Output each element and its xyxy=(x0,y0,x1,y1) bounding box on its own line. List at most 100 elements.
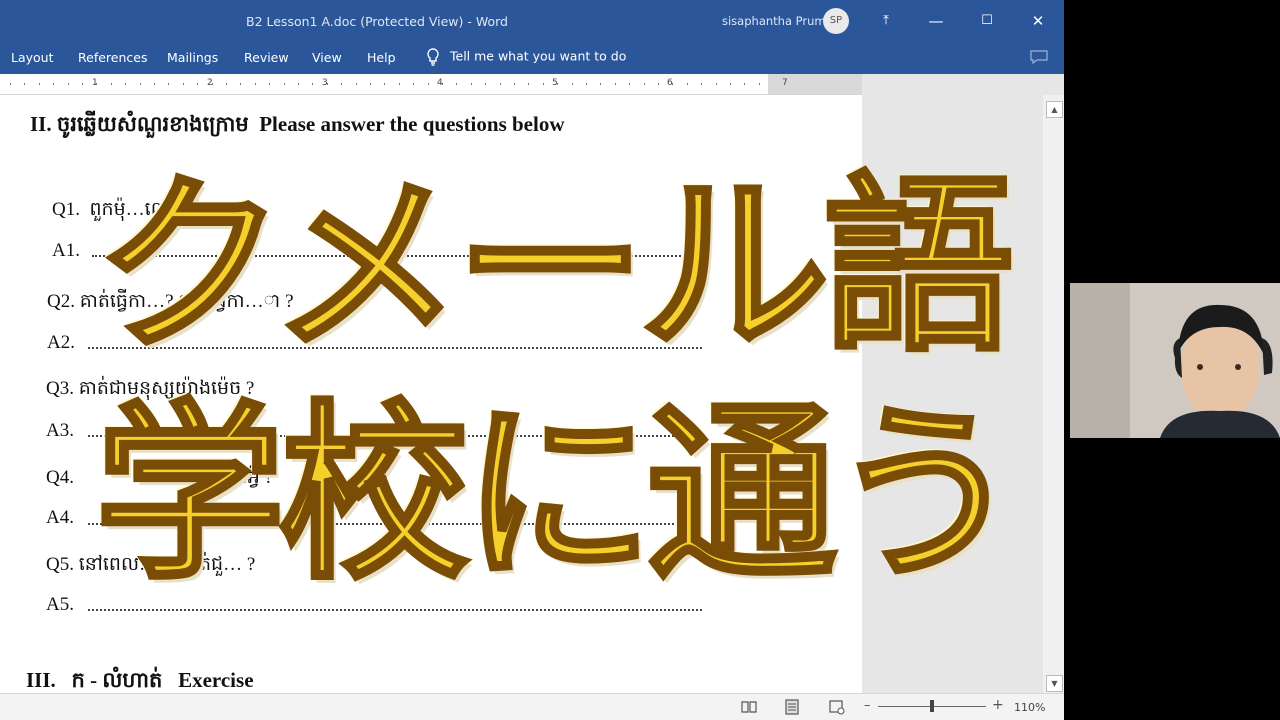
ruler-tick xyxy=(572,83,573,85)
ruler-tick xyxy=(53,83,54,85)
heading-english: Please answer the questions below xyxy=(259,112,565,136)
ruler-number: 7 xyxy=(782,78,788,88)
ruler-tick xyxy=(615,83,616,85)
web-layout-icon[interactable] xyxy=(829,699,845,715)
horizontal-ruler[interactable]: 1 2 3 4 5 6 7 xyxy=(0,74,862,95)
ruler-tick xyxy=(312,83,313,85)
ruler-tick xyxy=(39,83,40,85)
tab-references[interactable]: References xyxy=(78,50,147,65)
ruler-tick xyxy=(428,83,429,85)
zoom-slider-handle[interactable] xyxy=(930,700,934,712)
ruler-tick xyxy=(557,83,558,85)
heading-khmer: ក - លំហាត់ xyxy=(71,668,163,692)
answer-5-label: A5. xyxy=(46,594,74,615)
ruler-tick xyxy=(658,83,659,85)
ruler-tick xyxy=(701,83,702,85)
ribbon-display-options-button[interactable]: ⤒ xyxy=(872,8,900,34)
tab-layout[interactable]: Layout xyxy=(11,50,54,65)
tell-me-label: Tell me what you want to do xyxy=(450,48,627,64)
user-avatar[interactable]: SP xyxy=(823,8,849,34)
tell-me-search[interactable]: Tell me what you want to do xyxy=(426,48,626,66)
ruler-tick xyxy=(500,83,501,85)
ruler-tick xyxy=(197,83,198,85)
close-button[interactable]: ✕ xyxy=(1024,8,1052,34)
heading-number: III. xyxy=(26,668,56,692)
ruler-tick xyxy=(586,83,587,85)
tab-mailings[interactable]: Mailings xyxy=(167,50,218,65)
zoom-slider[interactable] xyxy=(878,700,986,712)
ruler-tick xyxy=(485,83,486,85)
vertical-scrollbar[interactable]: ▲ ▼ xyxy=(1043,95,1064,693)
answer-3-label: A3. xyxy=(46,420,74,441)
section-heading-3: III. ក - លំហាត់ Exercise xyxy=(26,667,254,693)
ruler-tick xyxy=(226,83,227,85)
section-heading-2: II. ចូរឆ្លើយសំណួរខាងក្រោម Please answer … xyxy=(30,111,565,142)
answer-4-label: A4. xyxy=(46,507,74,528)
scroll-down-arrow-icon[interactable]: ▼ xyxy=(1046,675,1063,692)
question-label: Q2. xyxy=(47,291,75,312)
comment-icon[interactable] xyxy=(1030,50,1048,64)
ruler-tick xyxy=(240,83,241,85)
ruler-tick xyxy=(327,83,328,85)
webcam-feed xyxy=(1070,283,1280,438)
maximize-button[interactable]: ☐ xyxy=(973,8,1001,34)
print-layout-icon[interactable] xyxy=(785,699,799,715)
ruler-tick xyxy=(370,83,371,85)
tab-view[interactable]: View xyxy=(312,50,342,65)
ruler-tick xyxy=(471,83,472,85)
zoom-level[interactable]: 110% xyxy=(1014,701,1045,714)
question-label: Q4. xyxy=(46,467,74,488)
ruler-tick xyxy=(68,83,69,85)
tab-help[interactable]: Help xyxy=(367,50,396,65)
thumbnail-title-line-1: クメール語 xyxy=(93,156,1015,377)
ruler-tick xyxy=(716,83,717,85)
zoom-in-button[interactable]: + xyxy=(992,697,1004,713)
ruler-tick xyxy=(356,83,357,85)
read-mode-icon[interactable] xyxy=(741,700,757,714)
ruler-tick xyxy=(183,83,184,85)
ruler-tick xyxy=(168,83,169,85)
tab-review[interactable]: Review xyxy=(244,50,289,65)
ruler-tick xyxy=(543,83,544,85)
ruler-tick xyxy=(154,83,155,85)
ruler-tick xyxy=(644,83,645,85)
ruler-tick xyxy=(96,83,97,85)
thumbnail-title-line-2: 学校に通う xyxy=(93,384,1023,605)
answer-1-label: A1. xyxy=(52,240,80,261)
ruler-tick xyxy=(125,83,126,85)
title-bar: B2 Lesson1 A.doc (Protected View) - Word… xyxy=(0,0,1064,42)
ruler-tick xyxy=(730,83,731,85)
ruler-tick xyxy=(212,83,213,85)
ruler-tick xyxy=(514,83,515,85)
ruler-tick xyxy=(140,83,141,85)
heading-english: Exercise xyxy=(178,668,254,692)
lightbulb-icon xyxy=(427,48,439,66)
ruler-tick xyxy=(759,83,760,85)
ruler-tick xyxy=(672,83,673,85)
question-label: Q1. xyxy=(52,199,80,220)
ruler-tick xyxy=(24,83,25,85)
window-title: B2 Lesson1 A.doc (Protected View) - Word xyxy=(246,14,508,29)
question-label: Q3. xyxy=(46,378,74,399)
user-name[interactable]: sisaphantha Prum xyxy=(722,14,826,28)
ruler-tick xyxy=(10,83,11,85)
ribbon-tabs: Layout References Mailings Review View H… xyxy=(0,42,1064,74)
ruler-tick xyxy=(744,83,745,85)
zoom-out-button[interactable]: – xyxy=(864,698,871,713)
ruler-tick xyxy=(528,83,529,85)
ruler-tick xyxy=(629,83,630,85)
ruler-tick xyxy=(298,83,299,85)
ruler-tick xyxy=(399,83,400,85)
ruler-tick xyxy=(269,83,270,85)
ruler-tick xyxy=(82,83,83,85)
scroll-up-arrow-icon[interactable]: ▲ xyxy=(1046,101,1063,118)
ruler-tick xyxy=(456,83,457,85)
answer-5-line[interactable] xyxy=(88,609,702,611)
minimize-button[interactable]: — xyxy=(922,8,950,34)
ruler-tick xyxy=(442,83,443,85)
heading-khmer: ចូរឆ្លើយសំណួរខាងក្រោម xyxy=(56,112,249,136)
ruler-tick xyxy=(384,83,385,85)
ruler-tick xyxy=(687,83,688,85)
ruler-tick xyxy=(341,83,342,85)
answer-2-label: A2. xyxy=(47,332,75,353)
